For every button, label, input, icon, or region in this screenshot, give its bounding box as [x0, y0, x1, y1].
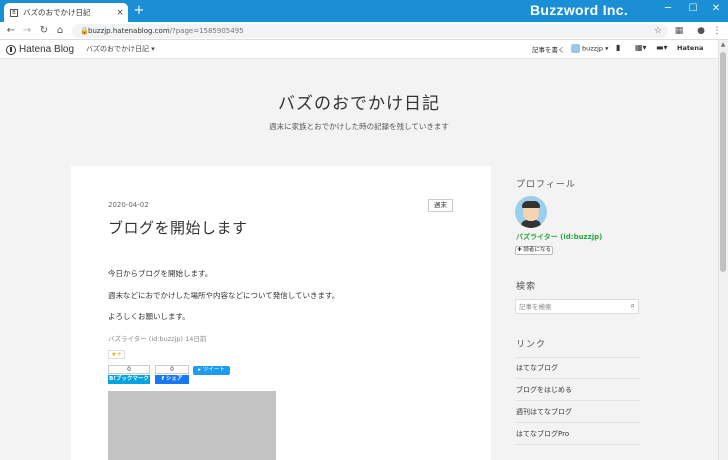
search-form: ⌕ — [515, 299, 639, 314]
entry-category[interactable]: 週末 — [428, 199, 453, 212]
avatar-body — [521, 220, 541, 228]
profile-icon[interactable]: ● — [694, 24, 708, 38]
user-menu[interactable]: buzzjp ▾ — [571, 44, 608, 53]
url-text: buzzjp.hatenablog.com/?page=1585905495 — [88, 27, 244, 35]
link-item[interactable]: はてなブログPro — [516, 424, 640, 445]
lock-icon: 🔒 — [80, 27, 89, 35]
hatena-link-label: Hatena — [677, 44, 704, 52]
link-item[interactable]: 週刊はてなブログ — [516, 402, 640, 423]
new-tab-button[interactable]: + — [132, 4, 146, 18]
hatena-link[interactable]: Hatena — [677, 44, 703, 52]
notifications-icon[interactable]: ▬▾ — [656, 43, 668, 52]
bookmark-star-icon[interactable]: ☆ — [654, 24, 662, 38]
user-label: buzzjp ▾ — [582, 44, 609, 53]
entry-paragraph: よろしくお願いします。 — [108, 312, 190, 321]
hatena-logo-icon — [6, 44, 16, 55]
hatena-globalheader: Hatena Blog バズのおでかけ日記 ▾ 記事を書く buzzjp ▾ ▮… — [0, 40, 718, 59]
blog-description: 週末に家族とおでかけした時の記録を残していきます — [269, 122, 449, 131]
brand-watermark: Buzzword Inc. — [530, 2, 629, 18]
minimize-button[interactable]: ─ — [655, 0, 681, 20]
close-window-button[interactable]: ✕ — [703, 0, 728, 20]
scroll-up-icon[interactable]: ▲ — [719, 41, 727, 50]
tweet-label: ツイート — [202, 367, 225, 373]
reload-icon[interactable]: ↻ — [37, 24, 51, 38]
twitter-bird-icon: ▸ — [198, 367, 201, 373]
profile-avatar[interactable] — [515, 196, 547, 228]
profile-name[interactable]: バズライター (id:buzzjp) — [516, 232, 602, 242]
hatena-bookmark-share[interactable]: 0 B!ブックマーク — [108, 365, 150, 385]
avatar-hair — [522, 201, 540, 208]
tab-close-icon[interactable]: × — [115, 8, 125, 18]
links-heading: リンク — [516, 340, 547, 350]
tab-title: バズのおでかけ日記 — [23, 8, 91, 17]
forward-icon[interactable]: → — [20, 24, 34, 38]
link-item[interactable]: ブログをはじめる — [516, 380, 640, 401]
write-entry-link[interactable]: 記事を書く — [532, 44, 565, 54]
browser-toolbar: ← → ↻ ⌂ 🔒 buzzjp.hatenablog.com/?page=15… — [0, 22, 728, 40]
subscribe-button[interactable]: ✚ 読者になる — [515, 246, 553, 255]
facebook-share[interactable]: 0 f シェア — [155, 365, 189, 385]
browser-tab[interactable]: B バズのおでかけ日記 × — [4, 3, 128, 22]
search-input[interactable] — [519, 302, 619, 312]
link-item[interactable]: はてなブログ — [516, 358, 640, 379]
add-star-button[interactable]: ★+ — [108, 350, 125, 359]
hatena-blog-logo[interactable]: Hatena Blog — [6, 43, 74, 56]
search-heading: 検索 — [516, 282, 537, 292]
apps-grid-icon[interactable]: ▦▾ — [635, 43, 647, 52]
entry-title[interactable]: ブログを開始します — [108, 217, 248, 238]
entry-paragraph: 週末などにおでかけした場所や内容などについて発信していきます。 — [108, 291, 340, 300]
home-icon[interactable]: ⌂ — [53, 24, 67, 38]
entry-date[interactable]: 2020-04-02 — [108, 201, 149, 209]
bookmark-icon[interactable]: ▮ — [616, 43, 620, 52]
blog-switcher[interactable]: バズのおでかけ日記 ▾ — [86, 44, 155, 54]
browser-titlebar: B バズのおでかけ日記 × + Buzzword Inc. ─ ☐ ✕ — [0, 0, 728, 22]
tweet-button[interactable]: ▸ ツイート — [193, 366, 230, 375]
logo-text: Hatena Blog — [19, 44, 75, 55]
entry-paragraph: 今日からブログを開始します。 — [108, 269, 213, 278]
scrollbar-thumb[interactable] — [720, 52, 726, 272]
blog-title[interactable]: バズのおでかけ日記 — [0, 89, 718, 114]
entry-author-footer[interactable]: バズライター (id:buzzjp) 14日前 — [108, 333, 206, 343]
extension-icon[interactable]: ▦ — [672, 24, 686, 38]
profile-heading: プロフィール — [516, 180, 576, 190]
user-avatar — [571, 44, 580, 53]
facebook-share-button[interactable]: f シェア — [155, 375, 189, 384]
menu-icon[interactable]: ⋮ — [710, 24, 724, 38]
favicon-icon: B — [10, 8, 18, 17]
bookmark-button[interactable]: B!ブックマーク — [108, 375, 150, 384]
address-bar[interactable]: 🔒 buzzjp.hatenablog.com/?page=1585905495… — [72, 24, 668, 38]
entry-image[interactable] — [108, 391, 276, 460]
share-count: 0 — [155, 365, 189, 374]
bookmark-count: 0 — [108, 365, 150, 374]
back-icon[interactable]: ← — [4, 24, 18, 38]
search-icon[interactable]: ⌕ — [631, 301, 635, 311]
